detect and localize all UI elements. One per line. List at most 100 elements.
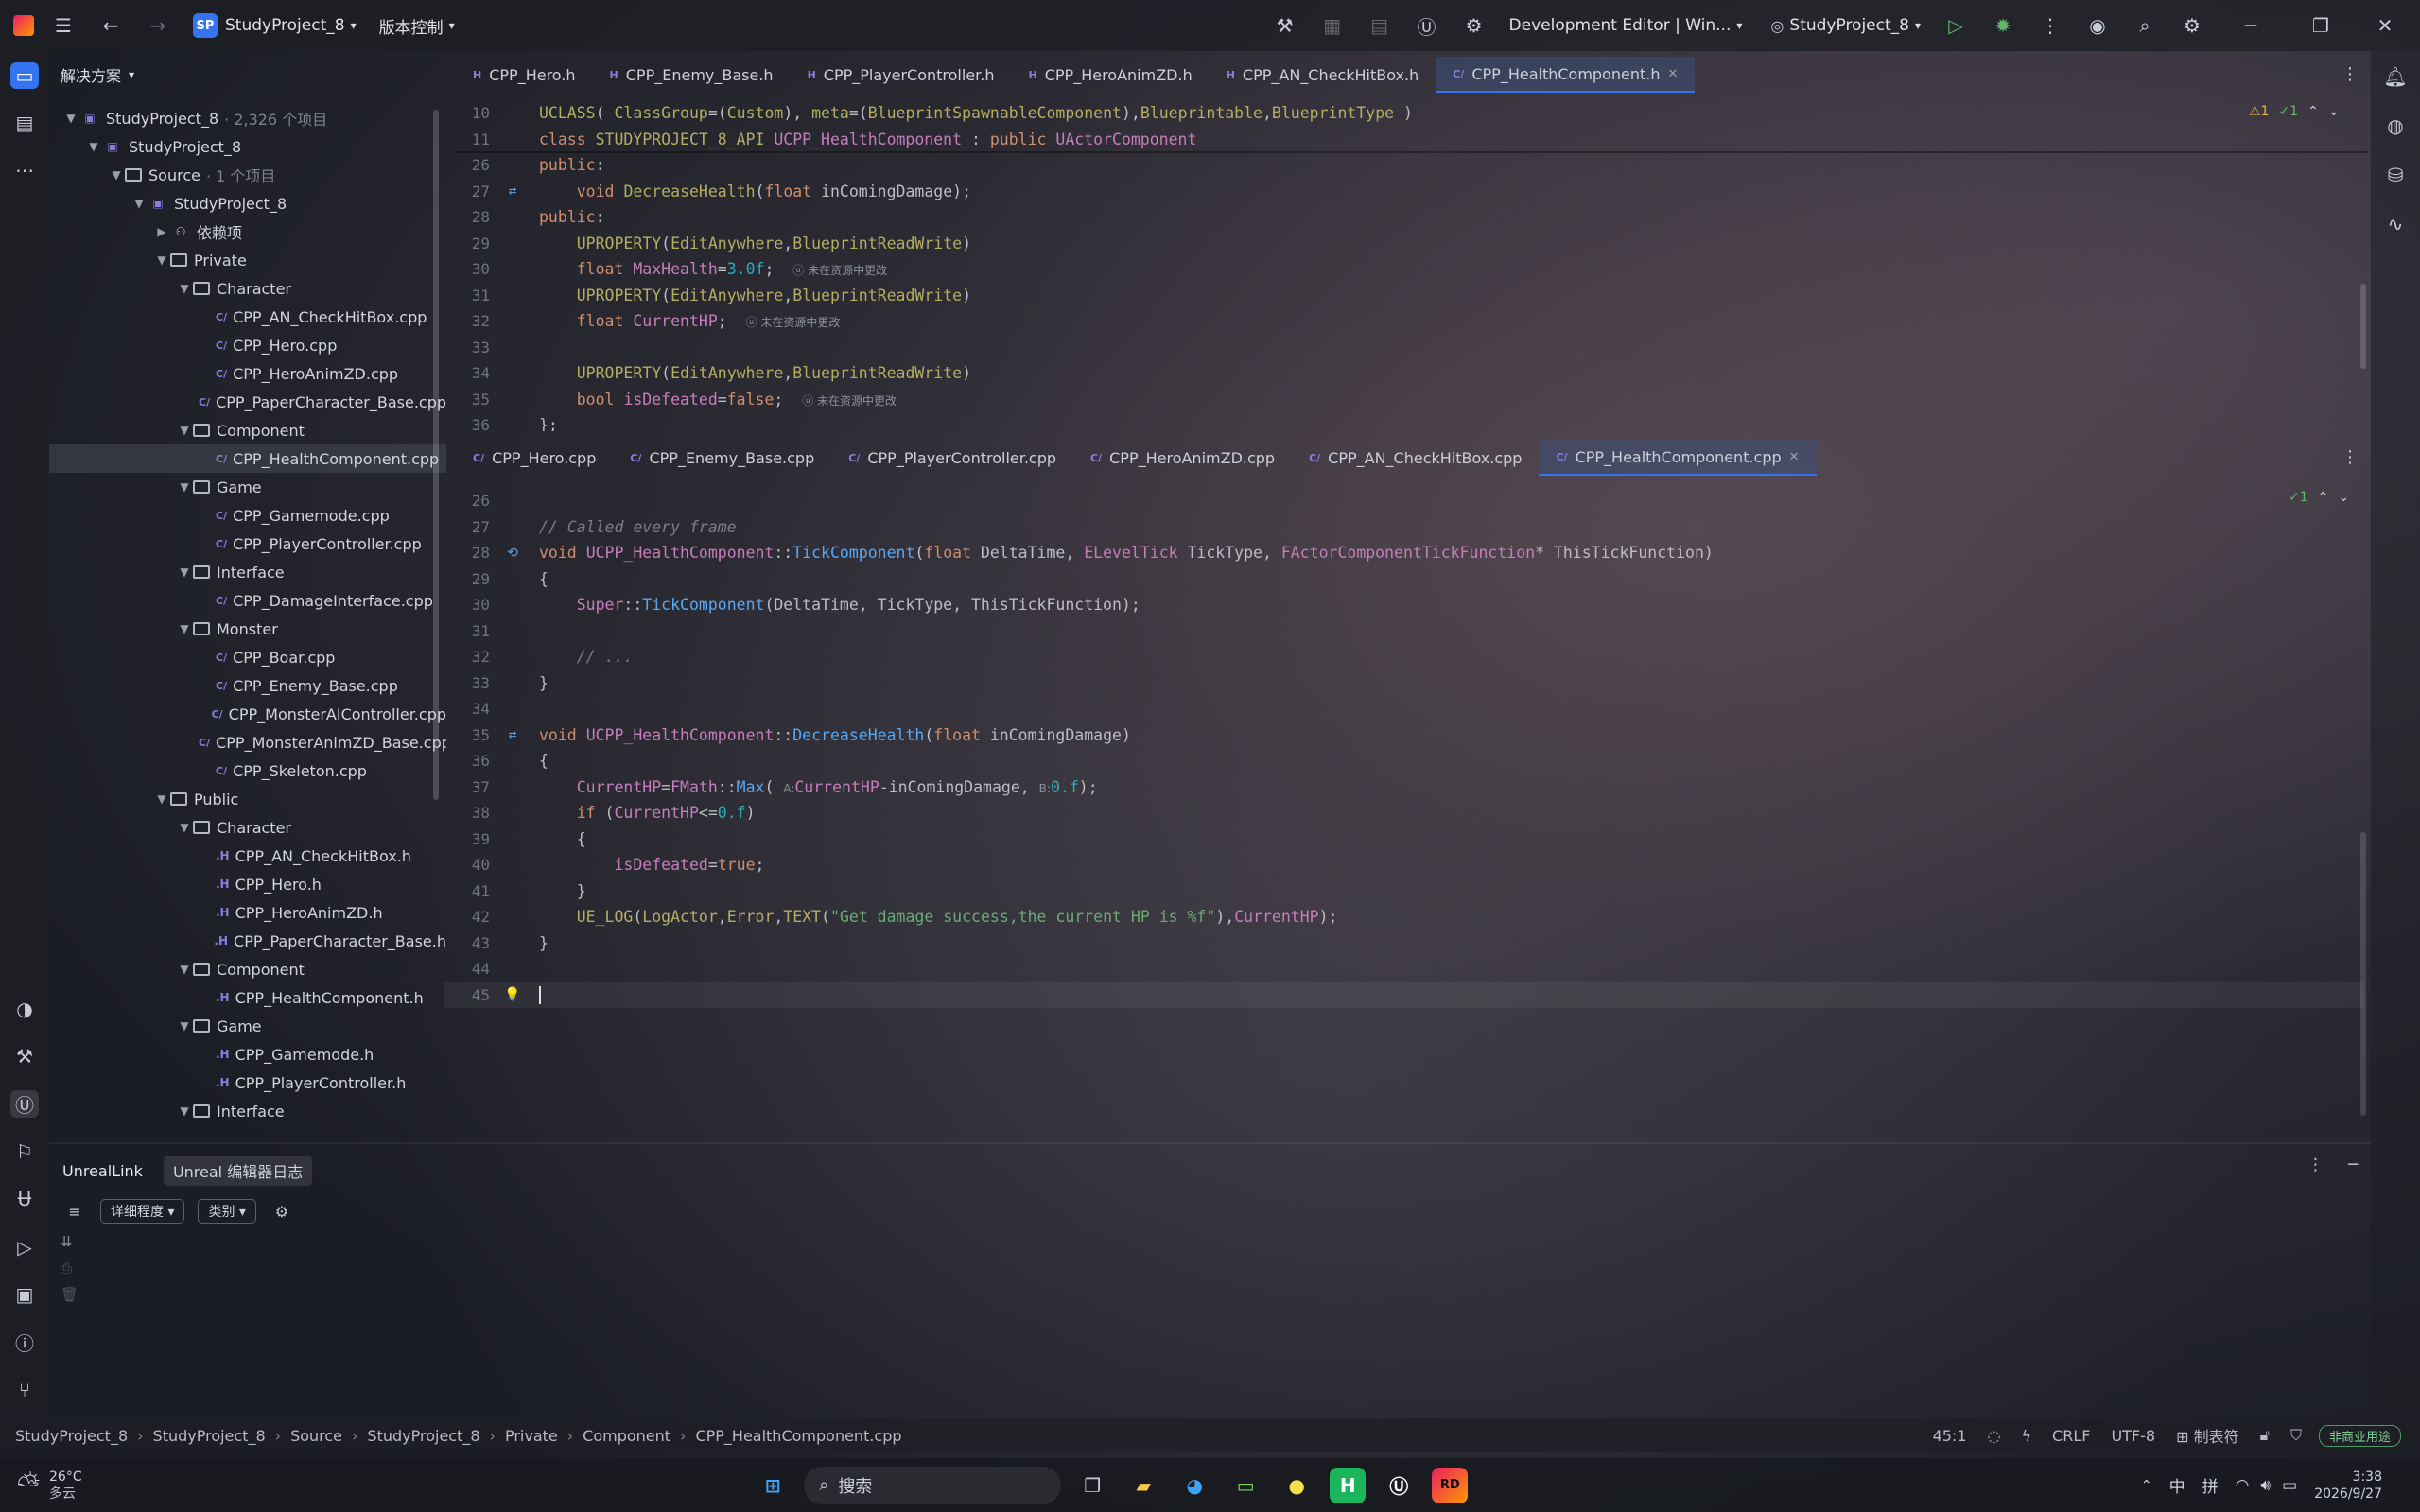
breadcrumb-item[interactable]: StudyProject_8 [367, 1427, 479, 1445]
tree-toggle-icon[interactable]: ▼ [176, 963, 193, 976]
tree-item[interactable]: C/CPP_HealthComponent.cpp [49, 444, 446, 473]
more-horizontal-icon[interactable]: ⋯ [10, 157, 39, 183]
tree-item[interactable]: ▼ ▣ StudyProject_8 [49, 189, 446, 217]
editor-tab[interactable]: C/CPP_AN_CheckHitBox.cpp [1292, 440, 1539, 476]
editor-tab[interactable]: C/CPP_HeroAnimZD.cpp [1073, 440, 1292, 476]
tree-item[interactable]: C/CPP_HeroAnimZD.cpp [49, 359, 446, 388]
close-tab-icon[interactable]: ✕ [1667, 67, 1678, 81]
structure-icon[interactable]: ▤ [10, 110, 39, 136]
tree-item[interactable]: C/CPP_AN_CheckHitBox.cpp [49, 303, 446, 331]
wifi-icon[interactable]: ◠ [2236, 1476, 2250, 1495]
editor-tab[interactable]: H CPP_Hero.h [456, 57, 593, 93]
build-button[interactable]: ⚒ [1262, 0, 1309, 51]
breadcrumb-item[interactable]: Component [583, 1427, 670, 1445]
tray-chevron-icon[interactable]: ⌃ [2141, 1478, 2152, 1493]
tree-item[interactable]: .H CPP_HeroAnimZD.h [49, 898, 446, 927]
unreal-button[interactable]: Ⓤ [1403, 0, 1451, 51]
tree-item[interactable]: C/CPP_MonsterAnimZD_Base.cpp [49, 728, 446, 756]
notifications-icon[interactable]: 🔔︎ [2381, 62, 2410, 91]
weather-widget[interactable]: ⛅︎ 26°C 多云 [17, 1469, 82, 1503]
tree-item[interactable]: ▼ Private [49, 246, 446, 274]
tree-item[interactable]: C/CPP_Skeleton.cpp [49, 756, 446, 785]
tree-item[interactable]: .H CPP_PlayerController.h [49, 1069, 446, 1097]
tree-item[interactable]: C/CPP_Hero.cpp [49, 331, 446, 359]
git-icon[interactable]: ⑂ [10, 1377, 39, 1403]
tree-item[interactable]: .H CPP_PaperCharacter_Base.h [49, 927, 446, 955]
explorer-icon[interactable]: ▭ [10, 62, 39, 90]
file-encoding[interactable]: UTF-8 [2111, 1427, 2155, 1445]
unreal-blueprint-icon[interactable]: Ʉ [10, 1186, 39, 1212]
rider-app-icon[interactable]: RD [1432, 1467, 1469, 1503]
tree-item[interactable]: ▶ ⚇ 依赖项 [49, 217, 446, 246]
tree-item[interactable]: ▼ Component [49, 955, 446, 983]
battery-icon[interactable]: ▭ [2282, 1476, 2297, 1495]
editor-tab[interactable]: C/CPP_PlayerController.cpp [831, 440, 1073, 476]
editor-tab[interactable]: C/CPP_Hero.cpp [456, 440, 613, 476]
settings-button[interactable]: ⚙ [2168, 0, 2216, 51]
terminal-icon[interactable]: ▣ [10, 1281, 39, 1308]
close-button[interactable]: ✕ [2356, 0, 2420, 51]
run-target-selector[interactable]: ◎ StudyProject_8 ▾ [1753, 0, 1932, 51]
gutter-marker-icon[interactable]: ⇄ [494, 183, 531, 199]
tabs-more-icon[interactable]: ⋮ [2342, 64, 2359, 84]
gutter-marker-icon[interactable]: ⟲ [494, 546, 531, 561]
ime-pinyin[interactable]: 拼 [2202, 1473, 2219, 1497]
breadcrumb-item[interactable]: StudyProject_8 [153, 1427, 266, 1445]
sticky-app-icon[interactable]: ● [1279, 1468, 1314, 1503]
editor-tab[interactable]: C/CPP_HealthComponent.cpp ✕ [1539, 440, 1817, 476]
tree-item[interactable]: ▼ Monster [49, 615, 446, 643]
indent-setting[interactable]: 制表符 [2194, 1428, 2239, 1446]
tree-item[interactable]: ▼ Character [49, 274, 446, 303]
tree-item[interactable]: ▼ Game [49, 473, 446, 501]
tree-item[interactable]: ▼ Character [49, 813, 446, 842]
debug-button[interactable]: ✹ [1979, 0, 2027, 51]
build-tools-button[interactable]: ⚙ [1451, 0, 1498, 51]
caret-position[interactable]: 45:1 [1933, 1427, 1967, 1445]
vcs-menu[interactable]: 版本控制 ▾ [368, 0, 466, 51]
tree-item[interactable]: C/CPP_DamageInterface.cpp [49, 586, 446, 615]
tree-toggle-icon[interactable]: ▼ [131, 197, 148, 210]
editor-tab[interactable]: C/CPP_Enemy_Base.cpp [613, 440, 831, 476]
tree-item[interactable]: ▼ Interface [49, 1097, 446, 1125]
breadcrumb-item[interactable]: CPP_HealthComponent.cpp [695, 1427, 901, 1445]
unreal-link-icon[interactable]: Ⓤ [10, 1090, 39, 1119]
tree-item[interactable]: ▼ Component [49, 416, 446, 444]
scroll-to-end-icon[interactable]: ⇊ [61, 1233, 78, 1250]
power-save-icon[interactable]: ϟ [2021, 1427, 2031, 1445]
file-explorer-icon[interactable]: ▰ [1125, 1468, 1161, 1503]
database-icon[interactable]: ⛁ [2381, 161, 2410, 189]
unreal-engine-icon[interactable]: Ⓤ [1381, 1468, 1417, 1503]
maximize-button[interactable]: ❐ [2286, 0, 2356, 51]
cancel-build-button[interactable]: ▤ [1356, 0, 1403, 51]
volume-icon[interactable]: 🔊︎ [2260, 1476, 2271, 1495]
breadcrumb-item[interactable]: Source [290, 1427, 342, 1445]
back-button[interactable]: ← [87, 0, 134, 51]
clock[interactable]: 3:38 2026/9/27 [2314, 1469, 2382, 1503]
tree-item[interactable]: C/CPP_MonsterAIController.cpp [49, 700, 446, 728]
tree-item[interactable]: ▼ Interface [49, 558, 446, 586]
edge-icon[interactable]: ◕ [1176, 1468, 1212, 1503]
main-menu-button[interactable]: ☰ [40, 0, 87, 51]
hammer-icon[interactable]: ⚐ [10, 1138, 39, 1165]
tree-toggle-icon[interactable]: ▼ [153, 253, 170, 267]
solution-panel-header[interactable]: 解决方案 ▾ [49, 59, 446, 91]
editor-tab[interactable]: H CPP_PlayerController.h [791, 57, 1012, 93]
tree-toggle-icon[interactable]: ▼ [62, 112, 79, 125]
more-vertical-icon[interactable]: ⋮ [2307, 1156, 2324, 1174]
cpp-code-editor[interactable]: 26 27 // Called every frame 28 ⟲ void UCPP_He… [444, 488, 2369, 1131]
tree-item[interactable]: C/CPP_Enemy_Base.cpp [49, 671, 446, 700]
tree-item[interactable]: .H CPP_AN_CheckHitBox.h [49, 842, 446, 870]
editor-tab[interactable]: H CPP_Enemy_Base.h [593, 57, 791, 93]
editor-tab[interactable]: H CPP_HeroAnimZD.h [1012, 57, 1210, 93]
editor-tab[interactable]: H CPP_AN_CheckHitBox.h [1210, 57, 1436, 93]
print-icon[interactable]: ⎙ [61, 1260, 78, 1277]
tree-item[interactable]: ▼ ▣ StudyProject_8 · 2,326 个项目 [49, 104, 446, 132]
tree-toggle-icon[interactable]: ▼ [153, 792, 170, 806]
run-button[interactable]: ▷ [1932, 0, 1979, 51]
header-code-editor[interactable]: 10 UCLASS( ClassGroup=(Custom), meta=(Blu… [444, 100, 2369, 431]
tree-toggle-icon[interactable]: ▼ [176, 622, 193, 635]
tree-scrollbar[interactable] [433, 110, 439, 800]
tree-toggle-icon[interactable]: ▼ [85, 140, 102, 153]
config-selector[interactable]: Development Editor | Win... ▾ [1498, 0, 1754, 51]
tree-item[interactable]: ▼ ▣ StudyProject_8 [49, 132, 446, 161]
